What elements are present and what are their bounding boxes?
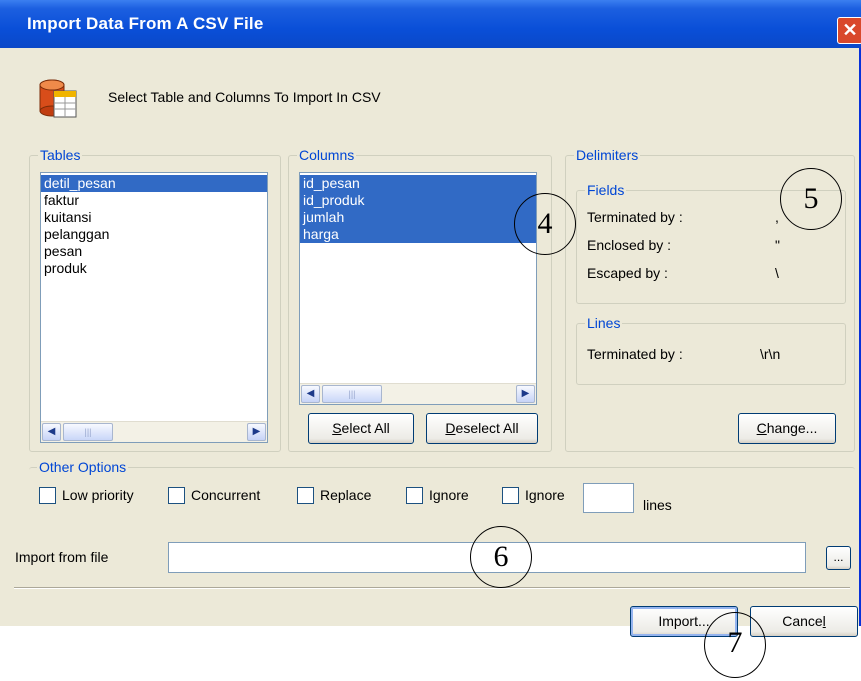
low-priority-box[interactable] bbox=[39, 487, 56, 504]
column-list-item[interactable]: jumlah bbox=[300, 209, 536, 226]
low-priority-label: Low priority bbox=[62, 487, 134, 503]
browse-label: ... bbox=[833, 550, 844, 564]
change-label: Change... bbox=[756, 420, 818, 436]
deselect-all-button[interactable]: Deselect All bbox=[426, 413, 538, 444]
title-bar[interactable]: Import Data From A CSV File ✕ bbox=[0, 0, 861, 48]
dialog-header-text: Select Table and Columns To Import In CS… bbox=[108, 89, 381, 105]
tables-list: detil_pesan faktur kuitansi pelanggan pesan p… bbox=[41, 173, 267, 277]
columns-group: Columns id_pesan id_produk jumlah harga ◀ |… bbox=[288, 147, 552, 452]
callout-4: 4 bbox=[514, 193, 576, 255]
ignore-label: Ignore bbox=[429, 487, 469, 503]
database-table-icon bbox=[38, 77, 78, 119]
fields-escaped-label: Escaped by : bbox=[587, 265, 668, 281]
tables-hscrollbar[interactable]: ◀ ||| ▶ bbox=[41, 421, 267, 442]
fields-terminated-value: , bbox=[775, 209, 779, 225]
ignore-lines-box[interactable] bbox=[502, 487, 519, 504]
dialog-title: Import Data From A CSV File bbox=[27, 14, 264, 33]
column-list-item[interactable]: harga bbox=[300, 226, 536, 243]
concurrent-box[interactable] bbox=[168, 487, 185, 504]
delimiters-legend: Delimiters bbox=[574, 147, 641, 163]
columns-hscrollbar[interactable]: ◀ ||| ▶ bbox=[300, 383, 536, 404]
cancel-button[interactable]: Cancel bbox=[750, 606, 858, 637]
ignore-lines-label: Ignore bbox=[525, 487, 565, 503]
callout-6: 6 bbox=[470, 526, 532, 588]
scroll-thumb[interactable]: ||| bbox=[63, 423, 113, 441]
fields-enclosed-label: Enclosed by : bbox=[587, 237, 672, 253]
table-list-item[interactable]: pelanggan bbox=[41, 226, 267, 243]
lines-legend: Lines bbox=[585, 315, 623, 331]
scroll-thumb[interactable]: ||| bbox=[322, 385, 382, 403]
lines-terminated-value: \r\n bbox=[760, 346, 781, 362]
select-all-label: Select All bbox=[332, 420, 390, 436]
fields-escaped-value: \ bbox=[775, 265, 779, 281]
fields-terminated-label: Terminated by : bbox=[587, 209, 683, 225]
import-label: Import... bbox=[658, 613, 710, 629]
replace-box[interactable] bbox=[297, 487, 314, 504]
lines-terminated-label: Terminated by : bbox=[587, 346, 683, 362]
table-list-item[interactable]: detil_pesan bbox=[41, 175, 267, 192]
scroll-left-icon[interactable]: ◀ bbox=[301, 385, 320, 403]
ignore-box[interactable] bbox=[406, 487, 423, 504]
tables-listbox[interactable]: detil_pesan faktur kuitansi pelanggan pesan p… bbox=[40, 172, 268, 443]
other-options-legend: Other Options bbox=[37, 459, 129, 475]
deselect-all-label: Deselect All bbox=[445, 420, 519, 436]
table-list-item[interactable]: pesan bbox=[41, 243, 267, 260]
lines-suffix-label: lines bbox=[643, 497, 672, 513]
concurrent-label: Concurrent bbox=[191, 487, 261, 503]
column-list-item[interactable]: id_pesan bbox=[300, 175, 536, 192]
table-list-item[interactable]: faktur bbox=[41, 192, 267, 209]
callout-5: 5 bbox=[780, 168, 842, 230]
tables-legend: Tables bbox=[38, 147, 83, 163]
replace-label: Replace bbox=[320, 487, 372, 503]
scroll-right-icon[interactable]: ▶ bbox=[247, 423, 266, 441]
table-list-item[interactable]: kuitansi bbox=[41, 209, 267, 226]
scroll-left-icon[interactable]: ◀ bbox=[42, 423, 61, 441]
fields-legend: Fields bbox=[585, 182, 627, 198]
lines-group: Lines Terminated by : \r\n bbox=[576, 315, 846, 385]
callout-7: 7 bbox=[704, 612, 766, 678]
close-button[interactable]: ✕ bbox=[837, 17, 861, 44]
import-from-file-label: Import from file bbox=[15, 549, 109, 565]
columns-list: id_pesan id_produk jumlah harga bbox=[300, 173, 536, 243]
column-list-item[interactable]: id_produk bbox=[300, 192, 536, 209]
select-all-button[interactable]: Select All bbox=[308, 413, 414, 444]
browse-button[interactable]: ... bbox=[826, 546, 851, 570]
close-icon: ✕ bbox=[842, 20, 858, 40]
columns-legend: Columns bbox=[297, 147, 357, 163]
columns-listbox[interactable]: id_pesan id_produk jumlah harga ◀ ||| ▶ bbox=[299, 172, 537, 405]
fields-enclosed-value: " bbox=[775, 237, 780, 253]
change-button[interactable]: Change... bbox=[738, 413, 836, 444]
table-list-item[interactable]: produk bbox=[41, 260, 267, 277]
scroll-right-icon[interactable]: ▶ bbox=[516, 385, 535, 403]
import-csv-dialog: Import Data From A CSV File ✕ Select Tab… bbox=[0, 0, 861, 637]
separator bbox=[14, 587, 850, 589]
cancel-label: Cancel bbox=[782, 613, 826, 629]
ignore-lines-input[interactable] bbox=[583, 483, 634, 513]
tables-group: Tables detil_pesan faktur kuitansi pelangga… bbox=[29, 147, 281, 452]
